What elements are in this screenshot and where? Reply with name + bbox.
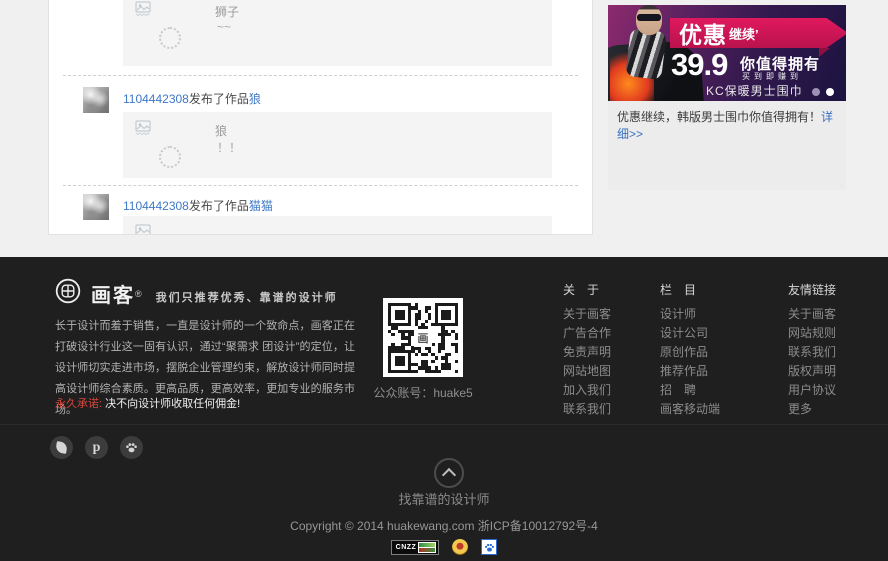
ad-product-name: KC保暖男士围巾 [706,82,803,99]
action-text: 发布了作品 [189,199,249,213]
work-subtitle: ！！ [217,139,241,156]
feed-item-content [123,216,552,235]
ad-caption-text: 优惠继续，韩版男士围巾你值得拥有！ [617,110,821,124]
footer-link[interactable]: 更多 [788,400,836,419]
footer-column-links: 友情链接 关于画客 网站规则 联系我们 版权声明 用户协议 更多 [788,281,836,419]
footer-link[interactable]: 关于画客 [563,305,611,324]
spinner-icon [159,146,181,168]
sunglasses-icon [637,14,661,21]
back-to-top-button[interactable] [434,458,464,488]
ad-caption: 优惠继续，韩版男士围巾你值得拥有！详细>> [608,101,846,149]
feed-item-header: 1104442308发布了作品猫猫 [123,197,273,214]
footer-link[interactable]: 广告合作 [563,324,611,343]
cnzz-stats-icon [418,542,436,553]
page: 狮子 ~~ 1104442308发布了作品狼 狼 ！！ [0,0,888,561]
footer-link[interactable]: 网站规则 [788,324,836,343]
ad-promo-small: 继续’ [729,24,759,43]
cnzz-label: CNZZ [394,544,419,551]
gov-emblem-badge[interactable] [452,539,468,555]
action-text: 发布了作品 [189,92,249,106]
registered-mark: ® [135,289,142,299]
feed-item-header: 1104442308发布了作品狼 [123,90,261,107]
qr-center-logo: 画 [414,329,432,347]
copyright: Copyright © 2014 huakewang.com 浙ICP备1001… [0,517,888,534]
ad-price: 39.9 [671,47,727,83]
broken-image-icon [135,1,151,22]
feed-item-content: 狼 ！！ [123,112,552,178]
footer-promise: 永久承诺: 决不向设计师收取任何佣金! [55,394,240,415]
avatar[interactable] [83,87,109,113]
promise-text: 决不向设计师收取任何佣金! [102,398,240,410]
footer-link[interactable]: 免责声明 [563,343,611,362]
brand-name: 画客 [91,279,135,308]
footer-link[interactable]: 网站地图 [563,362,611,381]
social-icons: p [50,436,143,459]
chevron-up-icon [442,468,456,482]
ad-model-scarf [625,28,667,80]
user-link[interactable]: 1104442308 [123,92,189,106]
feed-card: 狮子 ~~ 1104442308发布了作品狼 狼 ！！ [48,0,593,235]
footer-link[interactable]: 画客移动端 [660,400,720,419]
column-header: 关 于 [563,281,611,298]
column-header: 栏 目 [660,281,720,298]
pinterest-icon[interactable]: p [85,436,108,459]
feed-separator [63,185,578,186]
avatar[interactable] [83,194,109,220]
paw-icon[interactable] [120,436,143,459]
column-header: 友情链接 [788,281,836,298]
feed-separator [63,75,578,76]
brand-tagline: 我们只推荐优秀、靠谱的设计师 [156,289,338,305]
user-link[interactable]: 1104442308 [123,199,189,213]
footer-column-sections: 栏 目 设计师 设计公司 原创作品 推荐作品 招 聘 画客移动端 [660,281,720,419]
find-designer-label: 找靠谱的设计师 [0,489,888,508]
footer-column-about: 关 于 关于画客 广告合作 免责声明 网站地图 加入我们 联系我们 [563,281,611,419]
footer-link[interactable]: 联系我们 [563,400,611,419]
footer-link[interactable]: 设计公司 [660,324,720,343]
footer-badges: CNZZ [0,539,888,555]
footer-link[interactable]: 加入我们 [563,381,611,400]
footer-divider [0,424,888,425]
ribbon-fold [819,48,830,57]
ad-panel: 优惠 继续’ 39.9 你值得拥有 买到即赚到 KC保暖男士围巾 优惠继续，韩版… [608,5,846,190]
work-title: 狮子 [215,3,239,20]
footer-link[interactable]: 招 聘 [660,381,720,400]
carousel-dots [812,88,834,96]
baidu-paw-badge[interactable] [481,539,497,555]
footer-link[interactable]: 联系我们 [788,343,836,362]
brand: 画客 ® 我们只推荐优秀、靠谱的设计师 [55,278,338,309]
ad-promo-big: 优惠 [679,16,727,50]
work-title: 狼 [215,122,227,139]
qr-code: 画 [383,298,463,377]
feed-item-content: 狮子 ~~ [123,0,552,66]
footer-link[interactable]: 用户协议 [788,381,836,400]
broken-image-icon [135,120,151,141]
footer-link[interactable]: 版权声明 [788,362,836,381]
work-link[interactable]: 猫猫 [249,199,273,213]
footer-link[interactable]: 推荐作品 [660,362,720,381]
footer: 画客 ® 我们只推荐优秀、靠谱的设计师 长于设计而羞于销售，一直是设计师的一个致… [0,257,888,561]
promise-label: 永久承诺: [55,398,102,410]
carousel-dot[interactable] [812,88,820,96]
leaf-icon[interactable] [50,436,73,459]
ad-subslogan: 买到即赚到 [742,71,802,82]
ad-banner[interactable]: 优惠 继续’ 39.9 你值得拥有 买到即赚到 KC保暖男士围巾 [608,5,846,101]
qr-caption: 公众账号：huake5 [343,384,503,401]
work-subtitle: ~~ [217,20,231,34]
spinner-icon [159,27,181,49]
qr-grid: 画 [388,303,458,373]
ad-promo-ribbon: 优惠 继续’ [670,18,846,48]
work-link[interactable]: 狼 [249,92,261,106]
footer-link[interactable]: 设计师 [660,305,720,324]
huake-logo-icon [55,278,81,309]
footer-link[interactable]: 关于画客 [788,305,836,324]
carousel-dot-active[interactable] [826,88,834,96]
cnzz-badge[interactable]: CNZZ [391,540,440,555]
footer-link[interactable]: 原创作品 [660,343,720,362]
broken-image-icon [135,224,151,235]
